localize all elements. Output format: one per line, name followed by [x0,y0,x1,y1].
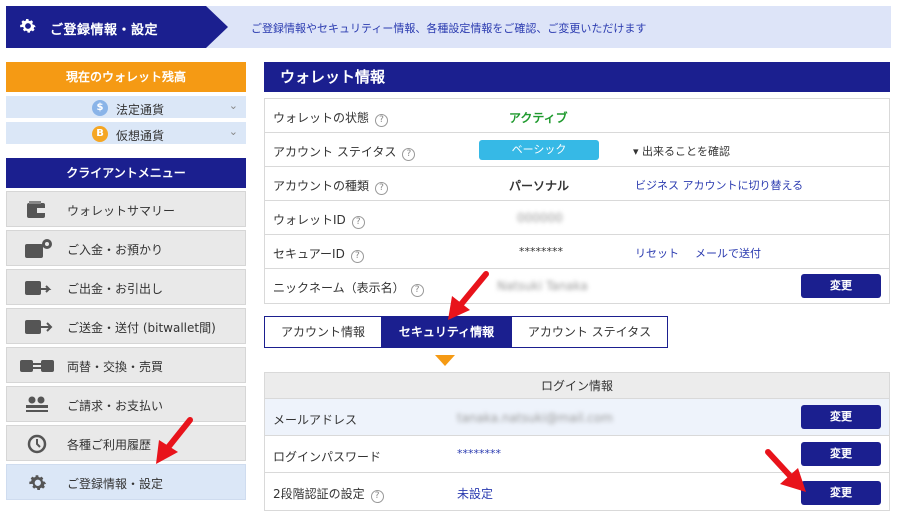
annotation-arrow-icon [156,417,193,464]
page-description: ご登録情報やセキュリティー情報、各種設定情報をご確認、ご変更いただけます [251,22,647,35]
password-value: ******** [457,447,501,460]
nickname-row: ニックネーム（表示名）? Natsuki Tanaka 変更 [265,269,889,303]
bitcoin-icon: B [92,126,108,142]
client-menu-header: クライアントメニュー [6,158,246,188]
chevron-down-icon: ▾ [633,145,639,158]
account-status-key: アカウント ステイタス [273,145,397,159]
chevron-down-icon: ⌄ [228,125,238,138]
account-type-key: アカウントの種類 [273,179,370,193]
chevron-down-icon: ⌄ [228,99,238,112]
menu-item-label: 両替・交換・売買 [67,360,164,374]
wallet-info-table: ウォレットの状態? アクティブ アカウント ステイタス? ベーシック ▾ 出来る… [264,98,890,304]
capabilities-link[interactable]: 出来ることを確認 [642,145,730,158]
email-value: tanaka.natsuki@mail.com [457,411,613,425]
wallet-info-title: ウォレット情報 [264,62,890,92]
page-title: ご登録情報・設定 [50,23,159,38]
secure-id-mail-link[interactable]: メールで送付 [695,245,761,261]
gear-icon [20,19,36,33]
password-key: ログインパスワード [273,450,382,464]
fiat-currency-row[interactable]: $ 法定通貨 ⌄ [6,96,246,120]
help-icon[interactable]: ? [410,284,424,297]
help-icon[interactable]: ? [370,490,384,503]
wallet-id-row: ウォレットID? 000000 [265,201,889,235]
menu-item-label: ご入金・お預かり [67,243,164,257]
fiat-currency-label: 法定通貨 [116,103,165,117]
menu-item-transfer[interactable]: ご送金・送付 (bitwallet間) [6,308,246,344]
tab-account-status[interactable]: アカウント ステイタス [512,317,667,347]
help-icon[interactable]: ? [350,250,364,263]
gear-icon [29,475,47,490]
active-tab-indicator [435,355,455,366]
wallet-status-key: ウォレットの状態 [273,111,370,125]
menu-item-label: ご送金・送付 (bitwallet間) [67,321,216,335]
nickname-value: Natsuki Tanaka [497,279,588,293]
exchange-icon [20,360,54,372]
login-info-title: ログイン情報 [265,373,889,399]
menu-item-wallet-summary[interactable]: ウォレットサマリー [6,191,246,227]
two-factor-key: 2段階認証の設定 [273,487,365,501]
menu-item-label: 各種ご利用履歴 [67,438,152,452]
crypto-currency-row[interactable]: B 仮想通貨 ⌄ [6,122,246,146]
wallet-icon [27,201,46,218]
history-icon [27,434,47,454]
email-change-button[interactable]: 変更 [801,405,881,429]
switch-business-link[interactable]: ビジネス アカウントに切り替える [635,177,803,193]
menu-item-settings[interactable]: ご登録情報・設定 [6,464,246,500]
tab-account-info[interactable]: アカウント情報 [265,317,382,347]
crypto-currency-label: 仮想通貨 [116,129,165,143]
nickname-change-button[interactable]: 変更 [801,274,881,298]
secure-id-value: ******** [519,245,563,258]
account-type-value: パーソナル [509,179,570,193]
wallet-id-value: 000000 [517,211,563,225]
nickname-key: ニックネーム（表示名） [273,281,405,295]
email-row: メールアドレス tanaka.natsuki@mail.com 変更 [265,399,889,436]
help-icon[interactable]: ? [375,114,389,127]
deposit-icon [25,239,52,258]
secure-id-key: セキュアーID [273,247,345,261]
account-type-row: アカウントの種類? パーソナル ビジネス アカウントに切り替える [265,167,889,201]
transfer-icon [25,320,53,334]
wallet-id-key: ウォレットID [273,213,346,227]
dollar-coin-icon: $ [92,100,108,116]
wallet-status-row: ウォレットの状態? アクティブ [265,99,889,133]
menu-item-label: ウォレットサマリー [67,204,176,218]
capabilities-toggle[interactable]: ▾ 出来ることを確認 [633,143,730,159]
balance-header: 現在のウォレット残高 [6,62,246,92]
wallet-status-value: アクティブ [509,111,568,125]
menu-item-deposit[interactable]: ご入金・お預かり [6,230,246,266]
menu-item-label: ご出金・お引出し [67,282,164,296]
menu-item-withdraw[interactable]: ご出金・お引出し [6,269,246,305]
help-icon[interactable]: ? [351,216,365,229]
users-icon [26,396,48,412]
account-status-badge: ベーシック [479,140,599,160]
account-status-row: アカウント ステイタス? ベーシック ▾ 出来ることを確認 [265,133,889,167]
menu-item-label: ご請求・お支払い [67,399,164,413]
secure-id-reset-link[interactable]: リセット [635,245,679,261]
header-title-tab: ご登録情報・設定 [6,6,228,48]
withdraw-icon [25,281,52,295]
menu-item-history[interactable]: 各種ご利用履歴 [6,425,246,461]
page-header: ご登録情報・設定 ご登録情報やセキュリティー情報、各種設定情報をご確認、ご変更い… [6,6,891,48]
help-icon[interactable]: ? [375,182,389,195]
menu-item-exchange[interactable]: 両替・交換・売買 [6,347,246,383]
annotation-arrow-icon [448,271,489,320]
annotation-arrow-icon [765,449,806,492]
email-key: メールアドレス [273,413,358,427]
secure-id-row: セキュアーID? ******** リセット メールで送付 [265,235,889,269]
help-icon[interactable]: ? [402,148,416,161]
two-factor-value: 未設定 [457,487,494,501]
menu-item-billing[interactable]: ご請求・お支払い [6,386,246,422]
menu-item-label: ご登録情報・設定 [67,477,164,491]
